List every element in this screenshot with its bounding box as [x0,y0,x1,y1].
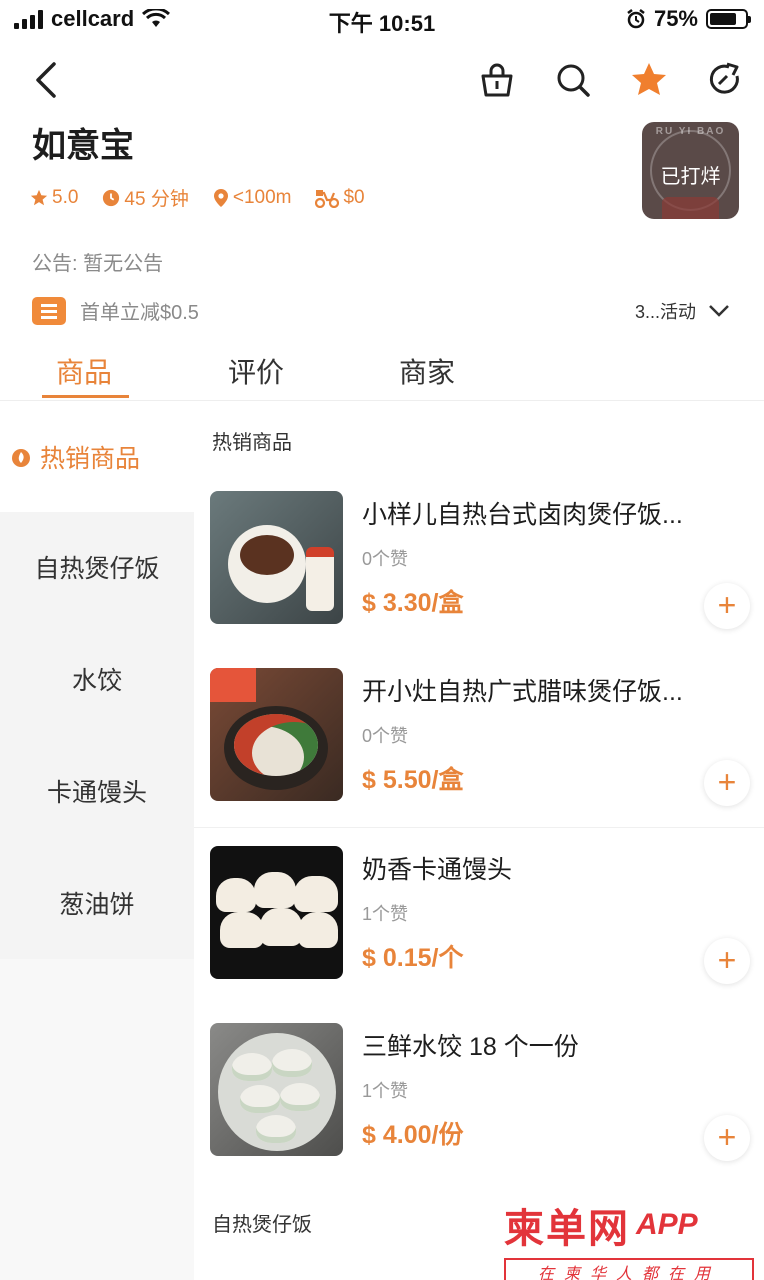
status-bar: cellcard 下午 10:51 75% [0,0,764,40]
product-card[interactable]: 奶香卡通馒头 1个赞 $ 0.15/个 + [194,846,764,1023]
category-sidebar: 热销商品 自热煲仔饭 水饺 卡通馒头 葱油饼 [0,402,194,1280]
distance-value: <100m [232,186,292,208]
product-likes: 0个赞 [362,549,409,569]
battery-percent: 75% [653,6,698,31]
favorite-button[interactable] [630,58,668,102]
delivery-fee: $0 [315,186,365,209]
product-card[interactable]: 三鲜水饺 18 个一份 1个赞 $ 4.00/份 + [194,1023,764,1200]
store-meta: 5.0 45 分钟 <100m $0 [30,184,365,211]
tab-products[interactable]: 商品 [56,351,112,391]
promo-text: 首单立减$0.5 [80,302,199,324]
search-button[interactable] [554,58,592,102]
product-name: 小样儿自热台式卤肉煲仔饭... [362,501,683,529]
product-card[interactable]: 开小灶自热广式腊味煲仔饭... 0个赞 $ 5.50/盒 + [194,668,764,845]
cart-button[interactable] [478,58,516,102]
product-likes: 0个赞 [362,726,409,746]
product-name: 三鲜水饺 18 个一份 [362,1033,579,1061]
bag-icon [481,63,513,97]
battery-fill [710,13,736,25]
flame-icon [12,449,30,467]
activities-toggle[interactable]: 3...活动 [635,298,730,324]
share-button[interactable] [706,58,744,102]
divider [194,827,764,828]
back-icon [36,62,56,98]
product-list: 热销商品 小样儿自热台式卤肉煲仔饭... 0个赞 $ 3.30/盒 + 开小灶自… [194,402,764,1280]
watermark-slogan: 在柬华人都在用 [504,1258,754,1280]
product-likes: 1个赞 [362,1081,409,1101]
status-right: 75% [626,6,751,32]
rating: 5.0 [30,187,78,209]
store-name: 如意宝 [32,127,134,165]
tab-bar: 商品 评价 商家 [0,345,764,401]
scooter-icon [315,189,340,208]
clock-icon [103,189,120,206]
add-to-cart-button[interactable]: + [704,938,750,984]
nav-bar [0,50,764,110]
activities-label: 3...活动 [634,302,696,322]
closed-badge: 已打烊 [660,166,721,188]
sidebar-item-buns[interactable]: 卡通馒头 [0,736,194,846]
logo-text: RU YI BAO [655,126,726,137]
store-logo[interactable]: RU YI BAO 已打烊 [642,122,739,219]
add-to-cart-button[interactable]: + [704,583,750,629]
product-name: 奶香卡通馒头 [362,856,513,884]
sidebar-item-claypot-rice[interactable]: 自热煲仔饭 [0,512,194,622]
sidebar-item-scallion-pancake[interactable]: 葱油饼 [0,848,194,958]
product-price: $ 3.30/盒 [362,589,464,617]
sidebar-item-dumplings[interactable]: 水饺 [0,624,194,734]
watermark-app: APP [636,1208,698,1241]
watermark-top: 柬单网 APP [504,1196,754,1254]
product-price: $ 4.00/份 [362,1121,464,1149]
delivery-time-value: 45 分钟 [124,189,189,210]
delivery-time: 45 分钟 [102,184,189,211]
delivery-fee-value: $0 [343,186,365,208]
logo-strip [662,197,719,219]
sidebar-item-label: 热销商品 [40,445,141,473]
product-name: 开小灶自热广式腊味煲仔饭... [362,678,683,706]
product-image [210,491,343,624]
product-image [210,846,343,979]
battery-icon [706,9,751,29]
product-image [210,1023,343,1156]
section-title-claypot: 自热煲仔饭 [212,1214,312,1236]
tab-indicator [42,395,129,398]
share-icon [709,62,739,94]
nav-actions [478,58,744,102]
star-icon [632,63,666,95]
store-notice: 公告: 暂无公告 [32,253,164,275]
search-icon [557,64,590,97]
watermark-logo: 柬单网 APP 在柬华人都在用 [504,1196,754,1280]
coupon-icon [32,296,66,325]
alarm-icon [627,9,645,29]
add-to-cart-button[interactable]: + [704,760,750,806]
product-likes: 1个赞 [362,904,409,924]
rating-star-icon [30,189,48,205]
product-price: $ 5.50/盒 [362,766,464,794]
product-price: $ 0.15/个 [362,944,464,972]
back-button[interactable] [28,58,68,102]
tab-merchant[interactable]: 商家 [399,351,455,391]
rating-value: 5.0 [52,186,79,208]
product-image [210,668,343,801]
sidebar-item-hot[interactable]: 热销商品 [0,402,194,512]
sidebar-empty-area [0,959,194,1280]
promo-row[interactable]: 首单立减$0.5 [32,296,199,325]
chevron-down-icon [709,305,729,317]
distance: <100m [213,186,292,209]
tab-reviews[interactable]: 评价 [228,351,284,391]
watermark-brand: 柬单网 [504,1206,630,1252]
add-to-cart-button[interactable]: + [704,1115,750,1161]
product-card[interactable]: 小样儿自热台式卤肉煲仔饭... 0个赞 $ 3.30/盒 + [194,491,764,668]
section-title-hot: 热销商品 [212,432,292,454]
location-pin-icon [213,188,228,207]
